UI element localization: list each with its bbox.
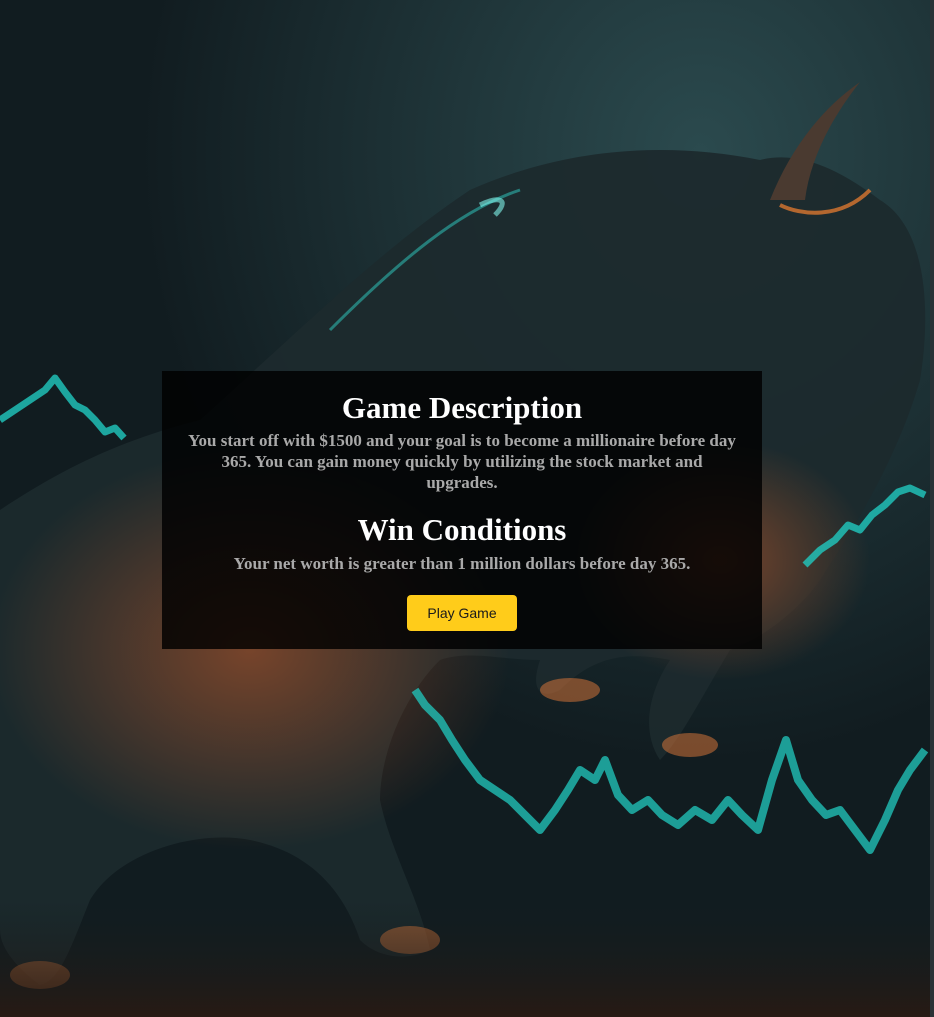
- play-game-button[interactable]: Play Game: [407, 595, 517, 631]
- win-conditions-text: Your net worth is greater than 1 million…: [233, 554, 691, 573]
- description-title: Game Description: [341, 390, 583, 425]
- description-text: You start off with $1500 and your goal i…: [188, 431, 736, 492]
- scrollbar[interactable]: [930, 0, 934, 1017]
- win-conditions-title: Win Conditions: [357, 512, 567, 547]
- game-info-panel: Game Description You start off with $150…: [162, 371, 762, 649]
